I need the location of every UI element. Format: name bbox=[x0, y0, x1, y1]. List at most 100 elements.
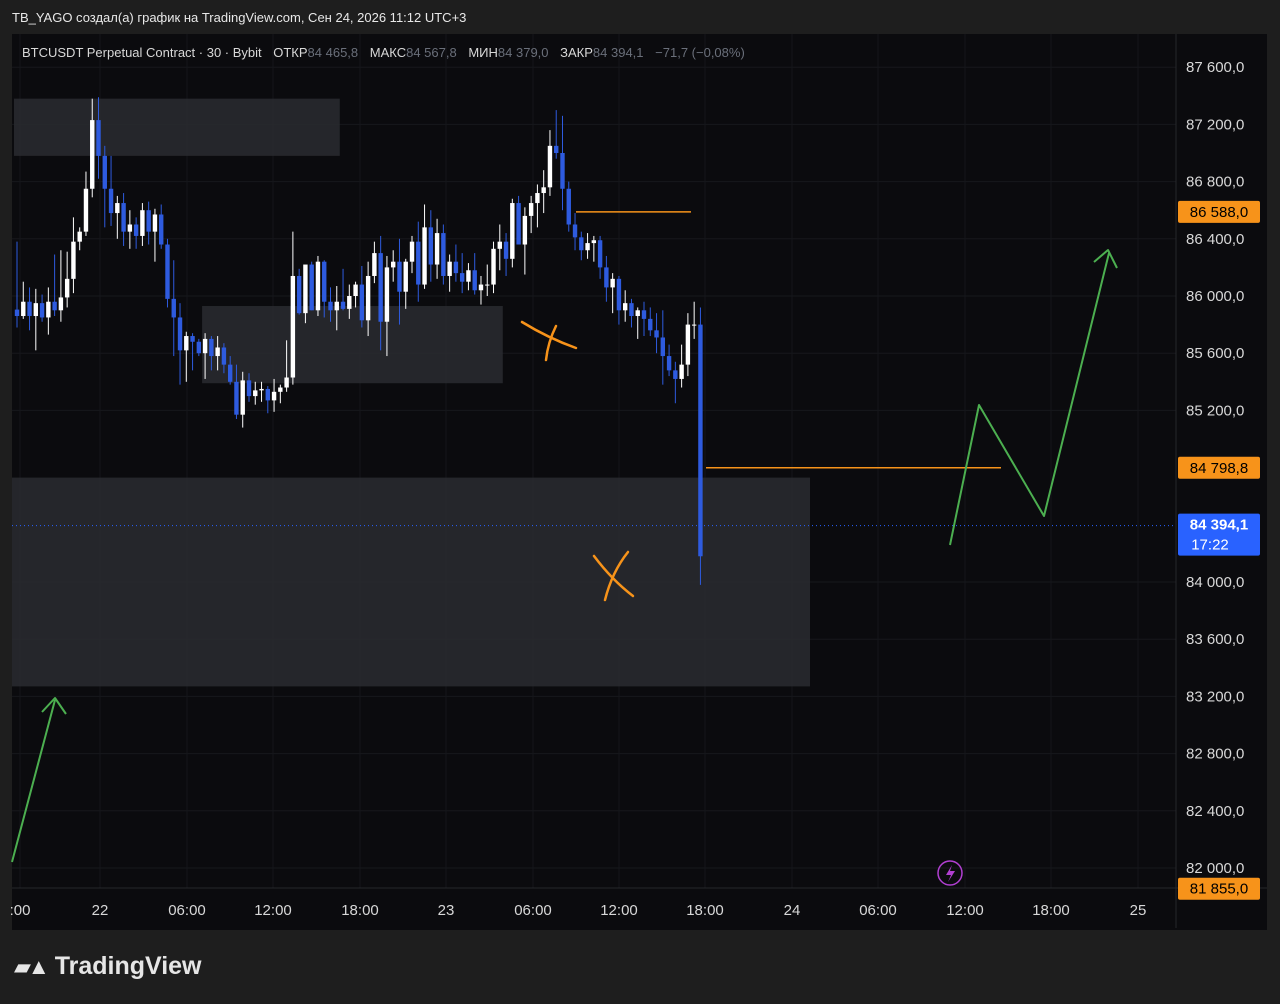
candle-bullish bbox=[610, 278, 615, 288]
candle-bullish bbox=[152, 214, 158, 232]
arrow-projection-path bbox=[949, 252, 1110, 546]
candle-bearish bbox=[27, 301, 32, 317]
candle-bullish bbox=[384, 267, 390, 322]
candle-bearish bbox=[554, 145, 559, 153]
candle-bearish bbox=[673, 370, 678, 379]
candle-bullish bbox=[303, 264, 308, 314]
candle-bearish bbox=[52, 301, 57, 311]
y-tick-label: 82 800,0 bbox=[1186, 746, 1244, 763]
x-tick-label: 24 bbox=[784, 902, 801, 919]
legend-open-value: 84 465,8 bbox=[307, 45, 359, 60]
candle-bearish bbox=[641, 310, 647, 319]
candle-bullish bbox=[290, 275, 296, 378]
candle-bearish bbox=[428, 227, 434, 265]
candle-bullish bbox=[184, 336, 189, 351]
y-tick-label: 86 400,0 bbox=[1186, 231, 1244, 248]
legend-open-label: ОТКР bbox=[273, 45, 308, 60]
candle-bearish bbox=[121, 203, 126, 232]
x-tick-label: :00 bbox=[10, 902, 31, 919]
y-tick-label: 87 600,0 bbox=[1186, 59, 1244, 76]
candle-bullish bbox=[64, 278, 70, 298]
candle-bearish bbox=[560, 153, 565, 189]
candle-bullish bbox=[541, 187, 546, 194]
supply-demand-zone-2 bbox=[202, 306, 503, 384]
candle-bullish bbox=[315, 261, 321, 311]
candle-bullish bbox=[485, 284, 490, 286]
legend-close-value: 84 394,1 bbox=[592, 45, 644, 60]
x-tick-label: 12:00 bbox=[946, 902, 984, 919]
y-tick-label: 86 800,0 bbox=[1186, 174, 1244, 191]
tradingview-logo-text: TradingView bbox=[54, 952, 202, 980]
candle-bullish bbox=[422, 227, 427, 285]
candle-bearish bbox=[246, 380, 252, 397]
candle-bullish bbox=[535, 193, 540, 204]
candle-bearish bbox=[597, 240, 603, 268]
candle-bullish bbox=[347, 296, 352, 309]
arrow-left-path bbox=[11, 699, 56, 863]
candle-bearish bbox=[296, 275, 302, 314]
x-tick-label: 18:00 bbox=[341, 902, 379, 919]
candle-bullish bbox=[240, 380, 245, 415]
candle-bullish bbox=[33, 303, 39, 317]
candle-bearish bbox=[648, 318, 653, 331]
y-tick-label: 86 000,0 bbox=[1186, 288, 1244, 305]
candle-bearish bbox=[102, 155, 107, 189]
candle-bearish bbox=[96, 120, 101, 156]
supply-demand-zone-3 bbox=[12, 477, 811, 687]
candle-bearish bbox=[416, 241, 421, 285]
candle-bearish bbox=[227, 364, 233, 382]
candle-bullish bbox=[127, 224, 133, 232]
candle-bullish bbox=[215, 347, 220, 357]
y-tick-label: 85 600,0 bbox=[1186, 345, 1244, 362]
candle-bullish bbox=[391, 261, 396, 268]
candle-bearish bbox=[566, 188, 571, 225]
candle-bullish bbox=[58, 297, 64, 311]
x-tick-label: 18:00 bbox=[686, 902, 724, 919]
candle-bearish bbox=[572, 224, 578, 238]
candle-bullish bbox=[372, 253, 377, 276]
candle-bullish bbox=[522, 215, 528, 245]
candle-bearish bbox=[177, 317, 183, 351]
candle-bullish bbox=[691, 324, 697, 326]
candle-bearish bbox=[14, 309, 20, 317]
tradingview-logo[interactable]: ▰▲ TradingView bbox=[14, 952, 202, 981]
candle-bearish bbox=[340, 301, 346, 309]
candle-bearish bbox=[453, 261, 459, 274]
candle-bearish bbox=[698, 324, 703, 557]
candle-bearish bbox=[579, 237, 584, 251]
candle-bullish bbox=[547, 145, 553, 188]
legend-high-label: МАКС bbox=[369, 45, 407, 60]
x-mark-upper bbox=[520, 320, 578, 362]
candle-bullish bbox=[77, 231, 82, 242]
candle-bullish bbox=[253, 390, 258, 397]
last-price-badge: 84 394,1 bbox=[1190, 517, 1248, 534]
legend-low-value: 84 379,0 bbox=[497, 45, 549, 60]
candle-bullish bbox=[284, 377, 289, 388]
y-tick-label: 85 200,0 bbox=[1186, 402, 1244, 419]
candle-bearish bbox=[328, 301, 333, 311]
price-badge-mid: 84 798,8 bbox=[1190, 460, 1248, 477]
candle-bullish bbox=[466, 270, 471, 282]
legend-close-label: ЗАКР bbox=[560, 45, 593, 60]
candle-bearish bbox=[209, 338, 214, 357]
countdown-label: 17:22 bbox=[1191, 537, 1229, 554]
supply-demand-zone-1 bbox=[14, 98, 340, 156]
x-tick-label: 25 bbox=[1130, 902, 1147, 919]
candle-bearish bbox=[309, 264, 314, 311]
price-badge-high: 86 588,0 bbox=[1190, 204, 1248, 221]
candle-bearish bbox=[629, 303, 634, 317]
candle-bearish bbox=[171, 298, 176, 318]
legend-symbol: BTCUSDT Perpetual Contract · 30 · Bybit bbox=[22, 45, 262, 60]
candle-bullish bbox=[21, 301, 26, 317]
candle-bearish bbox=[660, 337, 666, 357]
candle-bullish bbox=[202, 338, 208, 354]
candle-bullish bbox=[271, 391, 277, 401]
x-tick-label: 06:00 bbox=[514, 902, 552, 919]
candle-bearish bbox=[397, 261, 402, 292]
chart-canvas[interactable]: 87 600,0 87 200,0 86 800,0 86 400,0 86 000,0… bbox=[0, 0, 1280, 1004]
x-tick-label: 18:00 bbox=[1032, 902, 1070, 919]
legend-change: −71,7 (−0,08%) bbox=[655, 45, 745, 60]
candle-bullish bbox=[403, 261, 408, 292]
candle-bullish bbox=[585, 243, 590, 251]
candle-bearish bbox=[654, 330, 659, 338]
